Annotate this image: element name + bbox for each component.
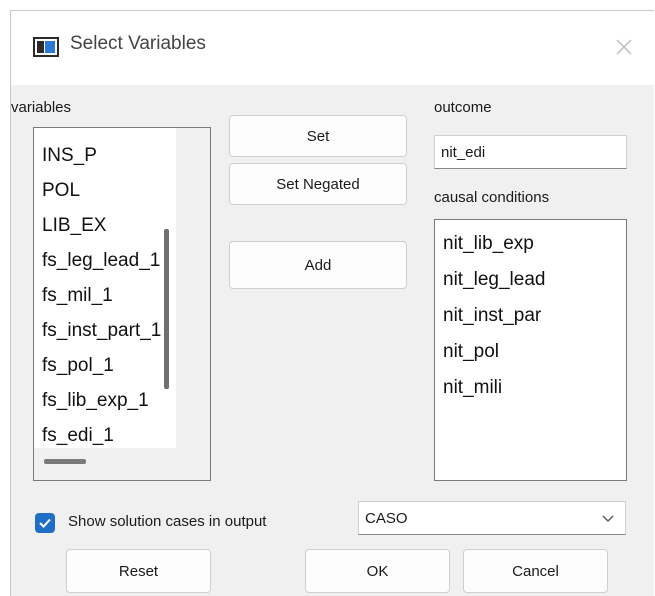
horizontal-scrollbar-track: [34, 448, 210, 480]
show-solution-cases-checkbox[interactable]: [35, 513, 55, 533]
set-button[interactable]: Set: [229, 115, 407, 157]
select-variables-dialog: Select Variables variables INS_P POL LIB…: [10, 10, 654, 596]
variable-item[interactable]: LIB_EX: [42, 215, 106, 237]
causal-condition-item[interactable]: nit_pol: [443, 341, 499, 363]
variable-item[interactable]: fs_edi_1: [42, 425, 114, 447]
causal-condition-item[interactable]: nit_mili: [443, 377, 502, 399]
window-title: Select Variables: [70, 33, 206, 54]
variable-item[interactable]: fs_mil_1: [42, 285, 113, 307]
checkmark-icon: [39, 518, 51, 528]
variable-item[interactable]: fs_lib_exp_1: [42, 390, 149, 412]
causal-conditions-label: causal conditions: [434, 189, 550, 206]
causal-conditions-listbox[interactable]: nit_lib_exp nit_leg_lead nit_inst_par ni…: [434, 219, 627, 481]
variable-item-selected[interactable]: fs_leg_lead_1: [34, 247, 183, 279]
window-app-icon: [33, 37, 59, 57]
horizontal-scrollbar-thumb[interactable]: [44, 459, 86, 464]
set-negated-button[interactable]: Set Negated: [229, 163, 407, 205]
variable-item[interactable]: fs_inst_part_1: [42, 320, 161, 342]
causal-condition-item[interactable]: nit_leg_lead: [443, 269, 545, 291]
outcome-label: outcome: [434, 99, 492, 116]
outcome-field[interactable]: nit_edi: [434, 135, 627, 169]
case-select-value: CASO: [365, 509, 408, 527]
show-solution-cases-label[interactable]: Show solution cases in output: [68, 513, 266, 530]
variable-item[interactable]: INS_P: [42, 145, 97, 167]
variables-label: variables: [11, 99, 72, 116]
variable-item[interactable]: fs_pol_1: [42, 355, 114, 377]
add-button[interactable]: Add: [229, 241, 407, 289]
close-icon[interactable]: [614, 37, 634, 57]
chevron-down-icon: [602, 515, 614, 522]
vertical-scrollbar-track: [176, 128, 210, 448]
causal-condition-item[interactable]: nit_inst_par: [443, 305, 541, 327]
variable-item[interactable]: POL: [42, 180, 80, 202]
case-column-select[interactable]: CASO: [358, 501, 626, 535]
causal-condition-item[interactable]: nit_lib_exp: [443, 233, 534, 255]
vertical-scrollbar-thumb[interactable]: [164, 229, 169, 389]
title-bar: Select Variables: [11, 11, 654, 85]
cancel-button[interactable]: Cancel: [463, 549, 608, 593]
ok-button[interactable]: OK: [305, 549, 450, 593]
variables-listbox[interactable]: INS_P POL LIB_EX fs_leg_lead_1 fs_mil_1 …: [33, 127, 211, 481]
reset-button[interactable]: Reset: [66, 549, 211, 593]
